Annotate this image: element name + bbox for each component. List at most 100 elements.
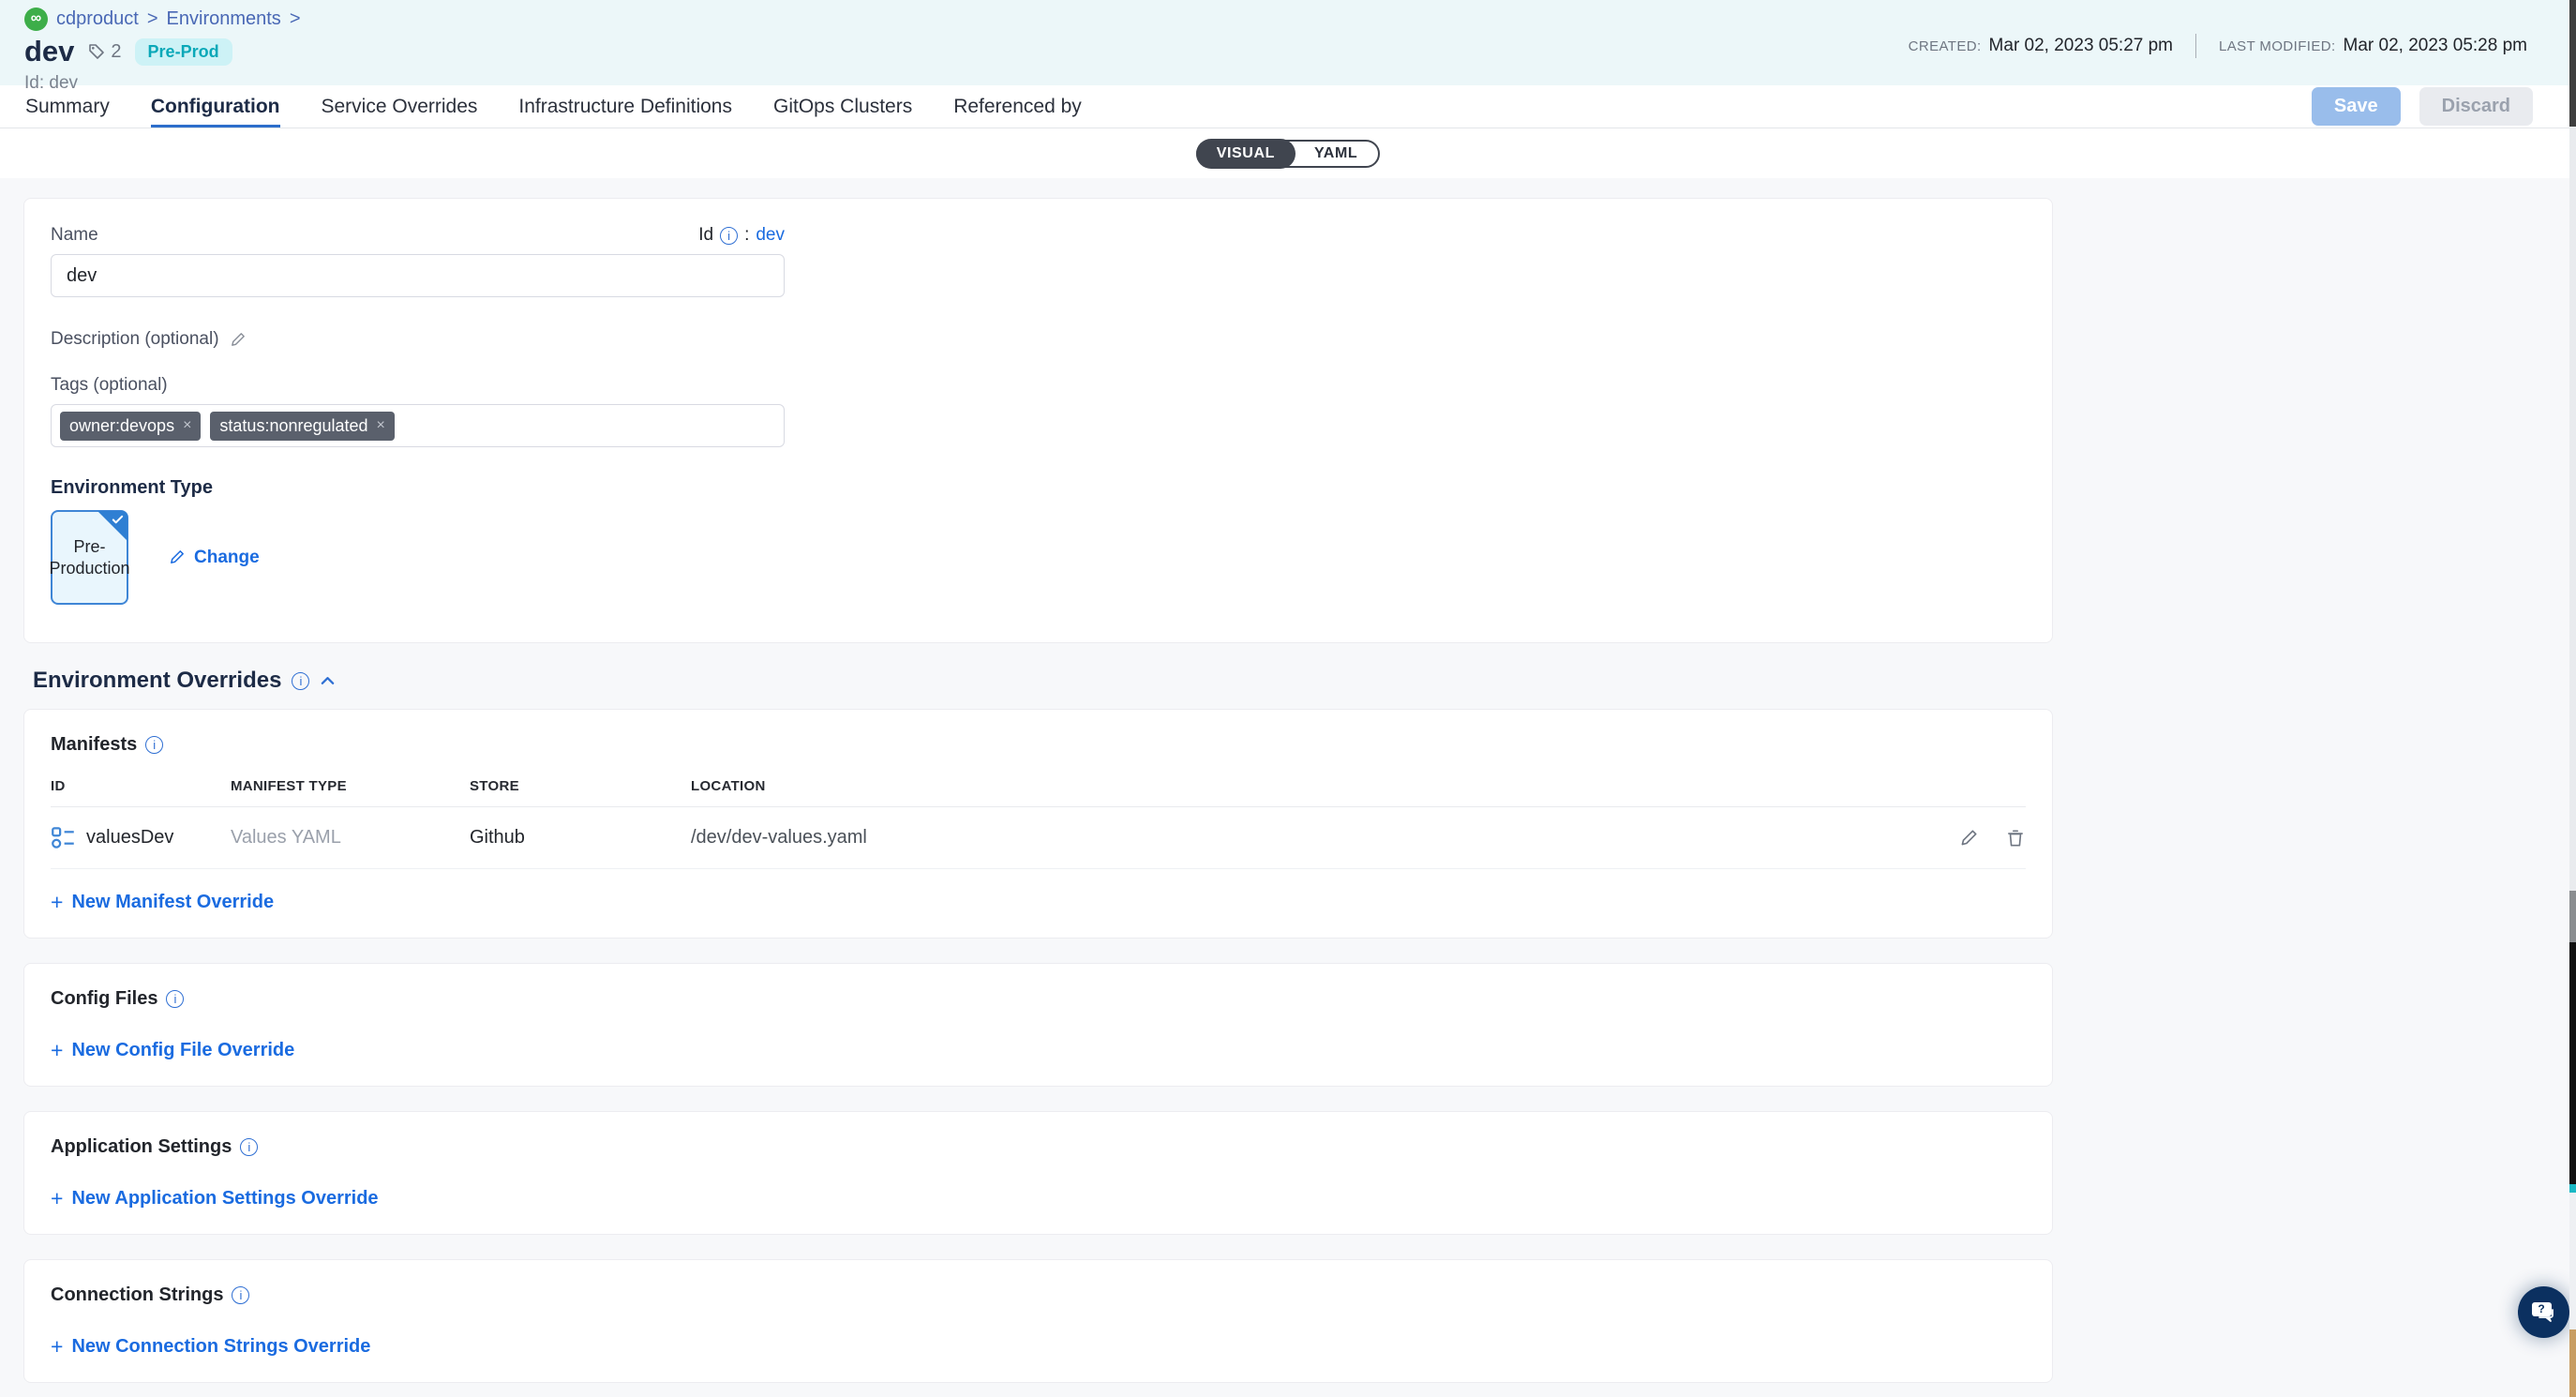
created-value: Mar 02, 2023 05:27 pm xyxy=(1989,36,2173,56)
id-value-link[interactable]: dev xyxy=(756,225,785,246)
info-icon[interactable]: i xyxy=(720,227,738,245)
name-label: Name xyxy=(51,225,98,246)
tag-icon xyxy=(87,42,106,61)
breadcrumb-project-link[interactable]: cdproduct xyxy=(56,8,139,30)
meta-divider xyxy=(2195,34,2196,58)
connection-strings-title: Connection Strings xyxy=(51,1284,223,1306)
tag-chip-label: owner:devops xyxy=(69,416,174,436)
remove-tag-icon[interactable]: × xyxy=(377,417,385,434)
question-mark-icon: ? xyxy=(2532,1302,2552,1316)
created-modified-meta: CREATED: Mar 02, 2023 05:27 pm LAST MODI… xyxy=(1909,34,2527,58)
manifest-type: Values YAML xyxy=(231,827,470,849)
tab-gitops-clusters[interactable]: GitOps Clusters xyxy=(773,85,912,128)
pencil-icon xyxy=(168,548,186,566)
manifests-title-row: Manifests i xyxy=(51,734,2026,756)
manifest-icon xyxy=(51,825,76,850)
environment-type-label: Environment Type xyxy=(51,477,2026,499)
column-location: LOCATION xyxy=(691,778,1904,794)
visual-toggle-button[interactable]: VISUAL xyxy=(1196,139,1295,169)
trash-icon xyxy=(2005,828,2026,849)
breadcrumb-environments-link[interactable]: Environments xyxy=(167,8,281,30)
yaml-toggle-button[interactable]: YAML xyxy=(1294,140,1378,168)
breadcrumb: ∞ cdproduct > Environments > xyxy=(24,7,2533,31)
breadcrumb-separator: > xyxy=(147,8,158,30)
plus-icon: + xyxy=(51,1336,63,1358)
environment-configuration-page: ∞ cdproduct > Environments > dev 2 Pre-P… xyxy=(0,0,2576,1397)
manifests-title: Manifests xyxy=(51,734,137,756)
tab-configuration[interactable]: Configuration xyxy=(151,85,280,128)
main-content: Name Id i : dev dev Description (optiona… xyxy=(0,178,2576,1397)
created-label: CREATED: xyxy=(1909,38,1982,54)
breadcrumb-separator: > xyxy=(290,8,301,30)
info-icon[interactable]: i xyxy=(166,990,184,1008)
manifest-store: Github xyxy=(470,827,691,849)
check-icon xyxy=(112,514,124,526)
new-manifest-override-link[interactable]: + New Manifest Override xyxy=(51,892,274,913)
edit-description-icon[interactable] xyxy=(229,331,247,349)
environment-overrides-title: Environment Overrides xyxy=(33,668,281,694)
manifest-id-cell: valuesDev xyxy=(51,825,231,850)
config-files-title-row: Config Files i xyxy=(51,988,2026,1010)
column-id: ID xyxy=(51,778,231,794)
info-icon[interactable]: i xyxy=(145,736,163,754)
environment-details-card: Name Id i : dev dev Description (optiona… xyxy=(23,198,2053,643)
id-chip: Id i : dev xyxy=(698,225,785,246)
pencil-icon xyxy=(1958,828,1979,849)
application-settings-title: Application Settings xyxy=(51,1136,232,1158)
tags-input[interactable]: owner:devops × status:nonregulated × xyxy=(51,404,785,447)
env-type-badge: Pre-Prod xyxy=(135,38,232,66)
modified-value: Mar 02, 2023 05:28 pm xyxy=(2344,36,2527,56)
id-prefix: Id xyxy=(698,225,713,246)
tag-count: 2 xyxy=(87,41,121,63)
tag-chip: status:nonregulated × xyxy=(210,412,394,441)
scrollbar[interactable] xyxy=(2569,0,2576,1397)
modified-label: LAST MODIFIED: xyxy=(2219,38,2336,54)
visual-yaml-toggle: VISUAL YAML xyxy=(1196,140,1381,168)
manifest-location: /dev/dev-values.yaml xyxy=(691,827,1904,849)
view-toggle-row: VISUAL YAML xyxy=(0,128,2576,178)
page-header: ∞ cdproduct > Environments > dev 2 Pre-P… xyxy=(0,0,2576,85)
tab-service-overrides[interactable]: Service Overrides xyxy=(322,85,478,128)
new-application-settings-override-label: New Application Settings Override xyxy=(71,1188,378,1209)
name-row: Name Id i : dev xyxy=(51,225,785,246)
tags-label: Tags (optional) xyxy=(51,375,2026,396)
collapse-chevron-up-icon[interactable] xyxy=(320,674,336,687)
tag-chip-label: status:nonregulated xyxy=(219,416,367,436)
tag-count-value: 2 xyxy=(111,41,121,63)
tab-summary[interactable]: Summary xyxy=(25,85,110,128)
column-store: STORE xyxy=(470,778,691,794)
name-input[interactable]: dev xyxy=(51,254,785,297)
info-icon[interactable]: i xyxy=(240,1138,258,1156)
description-label: Description (optional) xyxy=(51,329,219,350)
change-env-type-link[interactable]: Change xyxy=(168,548,260,568)
tag-chip: owner:devops × xyxy=(60,412,201,441)
change-label: Change xyxy=(194,548,260,568)
id-separator: : xyxy=(744,225,749,246)
tab-referenced-by[interactable]: Referenced by xyxy=(953,85,1082,128)
manifests-card: Manifests i ID MANIFEST TYPE STORE LOCAT… xyxy=(23,709,2053,939)
new-application-settings-override-link[interactable]: + New Application Settings Override xyxy=(51,1188,379,1209)
tab-infrastructure-definitions[interactable]: Infrastructure Definitions xyxy=(518,85,732,128)
help-chat-button[interactable]: ? xyxy=(2518,1286,2569,1338)
manifests-table-header: ID MANIFEST TYPE STORE LOCATION xyxy=(51,778,2026,807)
plus-icon: + xyxy=(51,1188,63,1209)
chat-bubbles-icon: ? xyxy=(2532,1302,2556,1323)
new-connection-strings-override-link[interactable]: + New Connection Strings Override xyxy=(51,1336,370,1358)
plus-icon: + xyxy=(51,892,63,913)
connection-strings-title-row: Connection Strings i xyxy=(51,1284,2026,1306)
new-manifest-override-label: New Manifest Override xyxy=(71,892,274,913)
remove-tag-icon[interactable]: × xyxy=(183,417,191,434)
edit-manifest-button[interactable] xyxy=(1958,828,1979,849)
info-icon[interactable]: i xyxy=(292,672,309,690)
description-row: Description (optional) xyxy=(51,329,2026,350)
delete-manifest-button[interactable] xyxy=(2005,828,2026,849)
connection-strings-card: Connection Strings i + New Connection St… xyxy=(23,1259,2053,1383)
manifest-row: valuesDev Values YAML Github /dev/dev-va… xyxy=(51,807,2026,869)
application-settings-card: Application Settings i + New Application… xyxy=(23,1111,2053,1235)
environment-type-value: Pre-Production xyxy=(49,536,129,578)
info-icon[interactable]: i xyxy=(232,1286,249,1304)
environment-type-card[interactable]: Pre-Production xyxy=(51,510,128,605)
harness-cd-logo-icon: ∞ xyxy=(24,8,48,31)
config-files-title: Config Files xyxy=(51,988,157,1010)
new-config-file-override-link[interactable]: + New Config File Override xyxy=(51,1040,294,1061)
